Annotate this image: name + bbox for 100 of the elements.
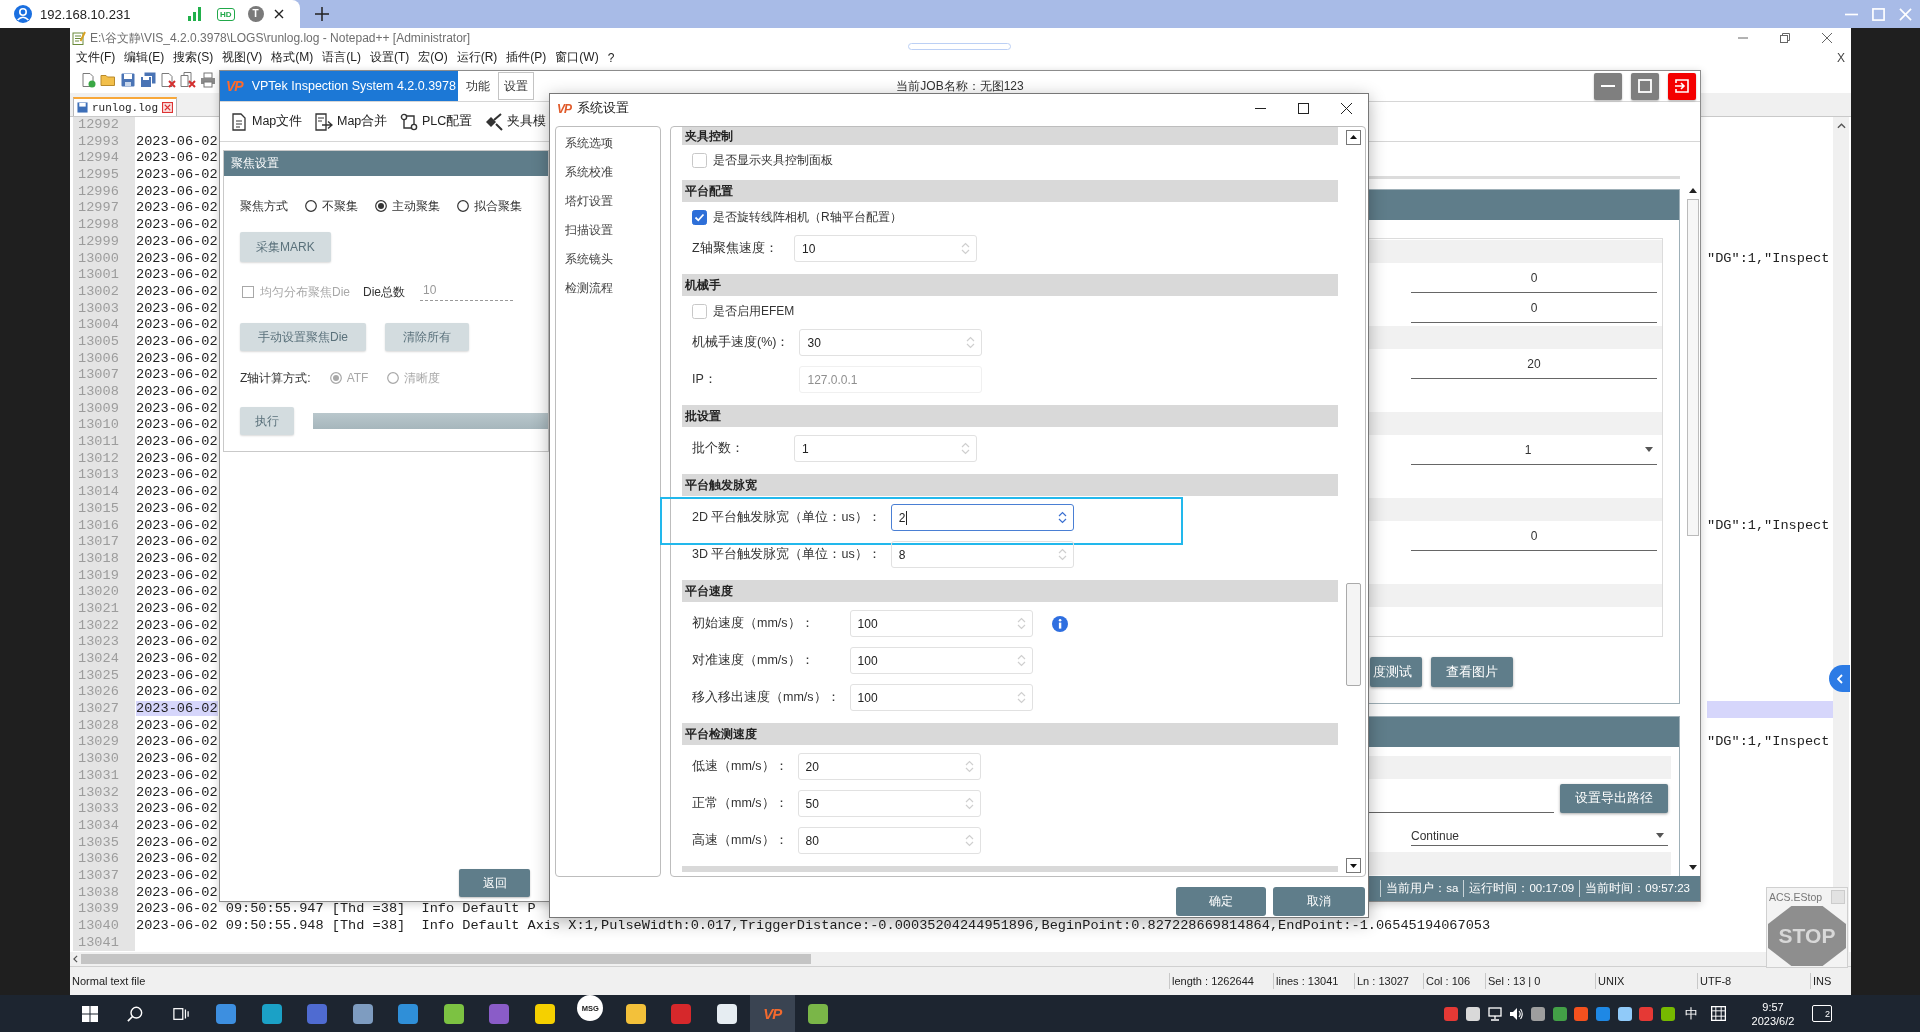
nav-item[interactable]: 检测流程: [556, 274, 660, 303]
radio-option[interactable]: 拟合聚集: [457, 197, 522, 215]
checkbox-option[interactable]: 是否旋转线阵相机（R轴平台配置）: [692, 209, 902, 226]
up-arrow-icon[interactable]: [1689, 188, 1697, 193]
number-field[interactable]: 50: [797, 790, 981, 817]
menu-item[interactable]: 视图(V): [222, 49, 263, 66]
dropdown[interactable]: Continue: [1411, 826, 1668, 846]
menu-tab[interactable]: 设置: [498, 72, 534, 100]
nav-item[interactable]: 系统校准: [556, 158, 660, 187]
new-tab-icon[interactable]: [315, 7, 329, 21]
input-field[interactable]: 20: [1411, 349, 1657, 379]
number-field[interactable]: 100: [849, 610, 1033, 637]
scrollbar-thumb[interactable]: [1346, 583, 1361, 686]
save-icon[interactable]: [120, 72, 136, 88]
app-tile-icon[interactable]: [1639, 1006, 1654, 1021]
clock-time[interactable]: 9:57: [1762, 999, 1784, 1014]
toolbar-button[interactable]: Map文件: [230, 112, 315, 131]
menu-item[interactable]: 宏(O): [418, 49, 448, 66]
line-number: 12995: [73, 167, 135, 184]
browser-tab[interactable]: 192.168.10.231 HD T: [0, 0, 300, 28]
line-number: 13008: [73, 384, 135, 401]
close-all-icon[interactable]: [180, 72, 196, 88]
menu-item[interactable]: 文件(F): [76, 49, 116, 66]
down-arrow-icon[interactable]: [1689, 865, 1697, 870]
app-tile-icon[interactable]: [1617, 1006, 1632, 1021]
menu-item[interactable]: 插件(P): [506, 49, 547, 66]
new-file-icon[interactable]: [80, 72, 96, 88]
app-tile-icon[interactable]: [1444, 1006, 1459, 1021]
number-field[interactable]: 8: [890, 541, 1074, 568]
number-field[interactable]: 2: [890, 504, 1074, 531]
scrollbar-thumb[interactable]: [1687, 199, 1699, 536]
number-field[interactable]: 10: [794, 235, 977, 262]
input-field[interactable]: 0: [1411, 263, 1657, 293]
close-file-icon[interactable]: [160, 72, 176, 88]
speaker-icon[interactable]: [1509, 1006, 1524, 1021]
dropdown[interactable]: 1: [1411, 435, 1657, 465]
number-field[interactable]: 30: [799, 329, 983, 356]
maximize-icon[interactable]: [1298, 103, 1309, 114]
nav-item[interactable]: 系统选项: [556, 129, 660, 158]
clock-date[interactable]: 2023/6/2: [1751, 1013, 1795, 1028]
close-icon[interactable]: [1341, 103, 1352, 114]
app-tile-icon[interactable]: [1574, 1006, 1589, 1021]
app-tile-icon[interactable]: [1552, 1006, 1567, 1021]
file-tab[interactable]: runlog.log: [73, 97, 177, 116]
menu-item[interactable]: 语言(L): [322, 49, 361, 66]
maximize-button[interactable]: [1631, 72, 1659, 100]
export-path-button[interactable]: 设置导出路径: [1560, 784, 1668, 813]
nav-item[interactable]: 系统镜头: [556, 245, 660, 274]
horizontal-scrollbar[interactable]: [70, 952, 1851, 966]
menu-item[interactable]: 编辑(E): [124, 49, 165, 66]
nav-item[interactable]: 塔灯设置: [556, 187, 660, 216]
back-button[interactable]: 返回: [459, 869, 530, 897]
restore-icon[interactable]: [1780, 33, 1790, 43]
toolbar-button[interactable]: Map合并: [315, 112, 400, 131]
menu-item[interactable]: 运行(R): [456, 49, 498, 66]
vertical-scrollbar[interactable]: [1346, 127, 1361, 876]
number-field[interactable]: 100: [849, 647, 1033, 674]
menu-item[interactable]: 窗口(W): [555, 49, 599, 66]
notification-button[interactable]: 2: [1812, 1005, 1832, 1022]
network-icon[interactable]: [1487, 1006, 1502, 1021]
info-icon[interactable]: [1051, 615, 1068, 632]
input-method-indicator[interactable]: 中: [1681, 1004, 1701, 1023]
number-field[interactable]: 80: [797, 827, 981, 854]
print-icon[interactable]: [200, 72, 216, 88]
action-button[interactable]: 度测试: [1370, 657, 1422, 687]
field-label: 批个数：: [692, 440, 745, 457]
checkbox-option[interactable]: 是否显示夹具控制面板: [692, 152, 833, 169]
app-tile-icon[interactable]: [1596, 1006, 1611, 1021]
save-all-icon[interactable]: [140, 72, 156, 88]
number-field[interactable]: 20: [797, 753, 981, 780]
app-tile-icon[interactable]: [1465, 1006, 1480, 1021]
dialog-button[interactable]: 取消: [1273, 887, 1365, 916]
close-document-button[interactable]: X: [1837, 50, 1845, 65]
number-field[interactable]: 1: [794, 435, 977, 462]
menu-item[interactable]: 设置(T): [370, 49, 410, 66]
number-field[interactable]: 100: [849, 684, 1033, 711]
checkbox-option[interactable]: 是否启用EFEM: [692, 303, 795, 320]
app-tile-icon[interactable]: [1531, 1006, 1546, 1021]
menu-item[interactable]: 搜索(S): [173, 49, 214, 66]
radio-option[interactable]: 不聚集: [305, 197, 358, 215]
open-folder-icon[interactable]: [100, 72, 116, 88]
minimize-button[interactable]: [1594, 72, 1622, 100]
input-field[interactable]: 0: [1411, 293, 1657, 323]
up-down-arrows-icon[interactable]: [1057, 511, 1067, 524]
nav-item[interactable]: 扫描设置: [556, 216, 660, 245]
menu-item[interactable]: ?: [607, 50, 615, 65]
action-button[interactable]: 查看图片: [1431, 657, 1513, 687]
toolbar-button[interactable]: PLC配置: [400, 112, 485, 131]
close-icon[interactable]: [273, 9, 284, 19]
menu-item[interactable]: 格式(M): [271, 49, 314, 66]
input-field[interactable]: 0: [1411, 521, 1657, 551]
exit-button[interactable]: [1668, 72, 1696, 100]
grid-icon[interactable]: [1711, 1006, 1726, 1021]
scrollbar-thumb[interactable]: [81, 954, 811, 964]
log-text: 2023-06-02: [136, 233, 218, 249]
menu-tab[interactable]: 功能: [460, 72, 496, 100]
dialog-button[interactable]: 确定: [1176, 887, 1266, 916]
field-label: Z轴计算方式:: [240, 369, 311, 387]
radio-option[interactable]: 主动聚集: [375, 197, 440, 215]
app-tile-icon[interactable]: [1661, 1006, 1676, 1021]
